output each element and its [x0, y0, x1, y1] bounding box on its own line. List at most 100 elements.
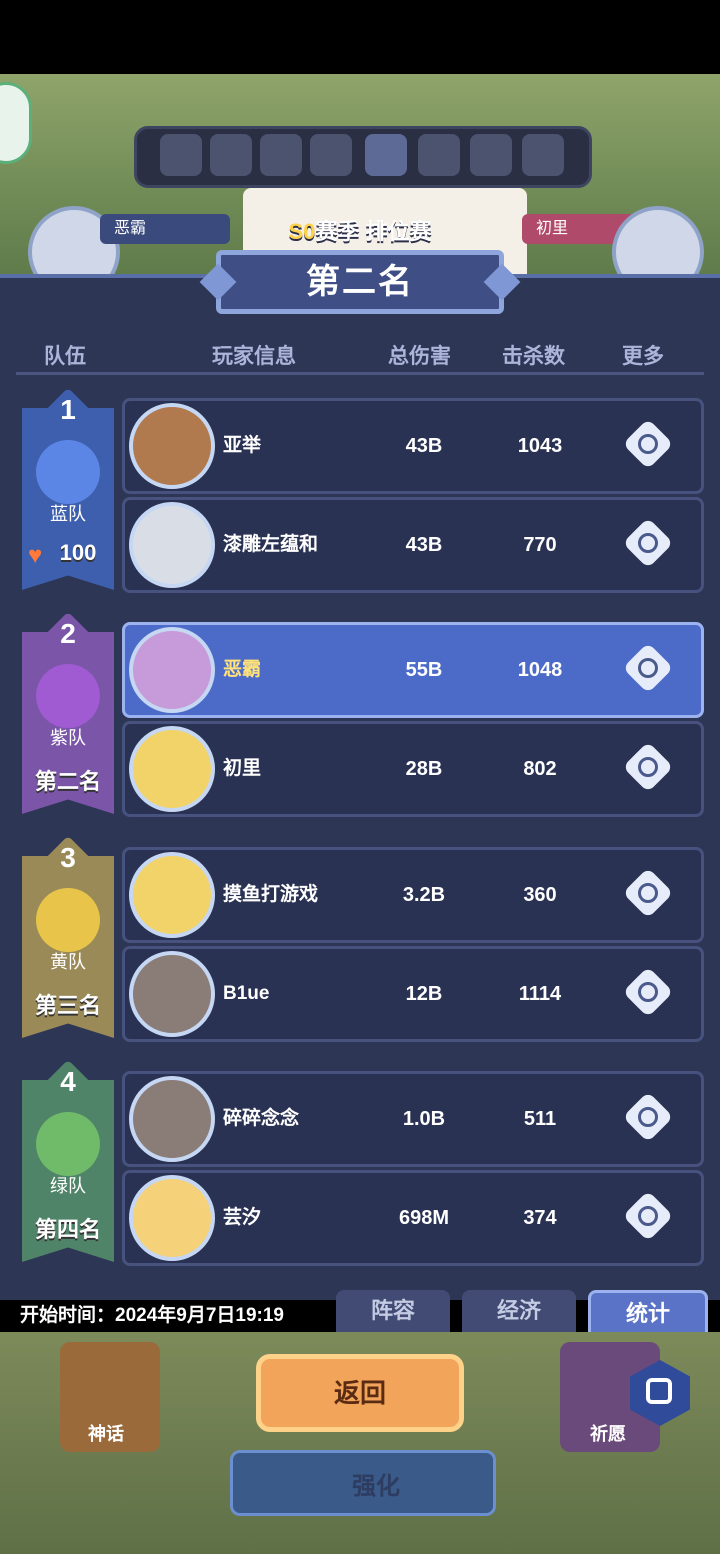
header-more: 更多 — [622, 345, 664, 368]
player-name: 碎碎念念 — [223, 1108, 300, 1129]
search-icon — [638, 533, 658, 553]
rank-title: 第二名 — [306, 263, 414, 301]
wave-icon — [470, 134, 512, 176]
player-damage: 55B — [405, 659, 443, 681]
team-emblem-icon — [36, 1112, 100, 1176]
heart-icon: ♥ — [28, 542, 43, 569]
header-damage: 总伤害 — [388, 345, 451, 368]
team-emblem-icon — [36, 440, 100, 504]
start-time: 开始时间：2024年9月7日19:19 — [20, 1305, 284, 1326]
player-row[interactable]: B1ue 12B 1114 — [122, 946, 704, 1042]
player-row[interactable]: 初里 28B 802 — [122, 721, 704, 817]
player-row[interactable]: 芸汐 698M 374 — [122, 1170, 704, 1266]
search-icon — [638, 1206, 658, 1226]
detail-button[interactable] — [622, 517, 674, 569]
team-card: 1 蓝队 100 ♥ — [22, 387, 114, 590]
team-card: 3 黄队 第三名 — [22, 835, 114, 1038]
player-damage: 28B — [405, 758, 443, 780]
player-kills: 1043 — [517, 435, 563, 457]
avatar — [129, 502, 215, 588]
player-name: 漆雕左蕴和 — [223, 534, 319, 555]
wave-icon — [365, 134, 407, 176]
wave-icon — [310, 134, 352, 176]
wish-label: 祈愿 — [590, 1424, 626, 1444]
season-label: S0赛季 排位赛 — [288, 219, 432, 244]
detail-button[interactable] — [622, 1091, 674, 1143]
search-icon — [638, 982, 658, 1002]
player-name: 恶霸 — [223, 659, 262, 680]
team-rank: 4 — [60, 1066, 76, 1097]
player-kills: 802 — [523, 758, 557, 780]
team-name: 蓝队 — [50, 504, 86, 524]
player-name: B1ue — [223, 983, 270, 1004]
detail-button[interactable] — [622, 642, 674, 694]
team-rank: 1 — [60, 394, 76, 425]
enhance-label: 强化 — [352, 1473, 400, 1500]
team-emblem-icon — [36, 888, 100, 952]
avatar — [129, 1076, 215, 1162]
rank-title-banner: 第二名 — [199, 250, 521, 314]
detail-button[interactable] — [622, 1190, 674, 1242]
search-icon — [638, 434, 658, 454]
player-row[interactable]: 漆雕左蕴和 43B 770 — [122, 497, 704, 593]
team-rank: 2 — [60, 618, 76, 649]
share-icon — [646, 1378, 672, 1404]
player-row[interactable]: 亚举 43B 1043 — [122, 398, 704, 494]
team-name: 紫队 — [50, 728, 86, 748]
team-rank: 3 — [60, 842, 76, 873]
wave-icon — [210, 134, 252, 176]
player-name: 摸鱼打游戏 — [223, 884, 319, 905]
wave-icon — [418, 134, 460, 176]
return-button[interactable]: 返回 — [256, 1354, 464, 1432]
player-kills: 360 — [523, 884, 557, 906]
player-damage: 1.0B — [402, 1108, 446, 1130]
team-placement: 第四名 — [34, 1217, 101, 1242]
header-team: 队伍 — [44, 345, 86, 368]
wave-icon — [160, 134, 202, 176]
team-placement: 第三名 — [34, 993, 101, 1018]
player-damage: 698M — [398, 1207, 450, 1229]
header-kills: 击杀数 — [502, 345, 565, 368]
avatar — [129, 951, 215, 1037]
team-name: 绿队 — [50, 1176, 86, 1196]
player-damage: 43B — [405, 534, 443, 556]
player-kills: 511 — [523, 1108, 557, 1130]
wave-icon — [260, 134, 302, 176]
avatar — [129, 852, 215, 938]
search-icon — [638, 658, 658, 678]
avatar — [129, 627, 215, 713]
team-card: 4 绿队第四名 — [22, 1059, 114, 1262]
player-kills: 1048 — [517, 659, 563, 681]
player-kills: 374 — [523, 1207, 557, 1229]
player-damage: 3.2B — [402, 884, 446, 906]
myth-label: 神话 — [88, 1424, 124, 1444]
team-card: 2 紫队第二名 — [22, 611, 114, 814]
player-name: 芸汐 — [223, 1207, 262, 1228]
detail-button[interactable] — [622, 966, 674, 1018]
detail-button[interactable] — [622, 867, 674, 919]
player-damage: 12B — [405, 983, 443, 1005]
tab-stats[interactable]: 统计 — [588, 1290, 708, 1335]
avatar — [129, 403, 215, 489]
wave-icon — [522, 134, 564, 176]
player-kills: 1114 — [518, 983, 562, 1005]
search-icon — [638, 1107, 658, 1127]
team-emblem-icon — [36, 664, 100, 728]
player-name: 亚举 — [223, 435, 262, 456]
detail-button[interactable] — [622, 741, 674, 793]
player-name: 初里 — [223, 758, 262, 779]
status-bar — [0, 0, 720, 74]
avatar — [129, 726, 215, 812]
tab-economy[interactable]: 经济 — [462, 1290, 576, 1332]
player-row[interactable]: 碎碎念念 1.0B 511 — [122, 1071, 704, 1167]
player-row[interactable]: 恶霸 55B 1048 — [122, 622, 704, 718]
header-divider — [16, 372, 704, 375]
player-row[interactable]: 摸鱼打游戏 3.2B 360 — [122, 847, 704, 943]
search-icon — [638, 757, 658, 777]
team-placement: 第二名 — [34, 769, 101, 794]
chat-icon[interactable] — [0, 82, 32, 164]
player-kills: 770 — [523, 534, 557, 556]
tab-lineup[interactable]: 阵容 — [336, 1290, 450, 1332]
player-damage: 43B — [405, 435, 443, 457]
detail-button[interactable] — [622, 418, 674, 470]
